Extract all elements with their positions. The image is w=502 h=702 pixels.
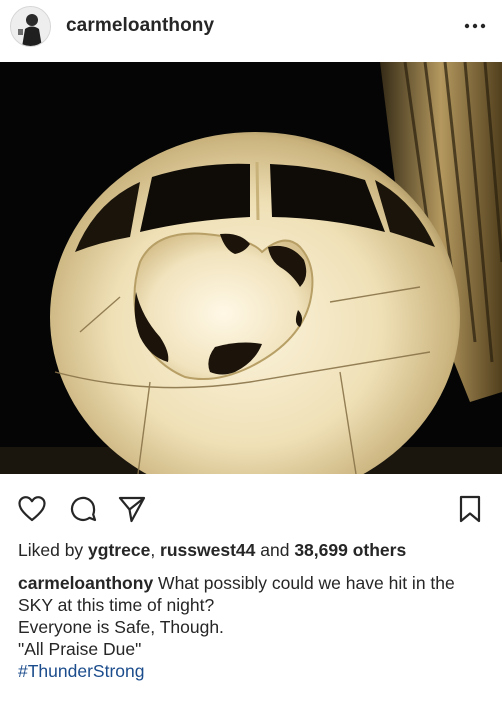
post-username[interactable]: carmeloanthony [66,15,214,37]
likes-prefix: Liked by [18,540,89,560]
likes-and: and [255,540,295,560]
action-bar [0,488,502,532]
liked-by-user[interactable]: russwest44 [160,540,255,560]
hashtag-link[interactable]: #ThunderStrong [18,660,488,682]
share-icon[interactable] [117,494,147,524]
comment-icon[interactable] [68,494,98,524]
bookmark-icon[interactable] [455,494,485,524]
ellipsis-icon[interactable] [464,21,486,31]
liked-by-user[interactable]: ygtrece [88,540,150,560]
likes-separator: , [150,540,161,560]
post-photo[interactable] [0,62,502,474]
caption-username[interactable]: carmeloanthony [18,573,153,593]
likes-summary[interactable]: Liked by ygtrece, russwest44 and 38,699 … [18,540,406,561]
likes-count[interactable]: 38,699 others [294,540,406,560]
caption-line: "All Praise Due" [18,639,142,659]
avatar[interactable] [10,6,51,47]
heart-icon[interactable] [17,494,47,524]
caption-line: Everyone is Safe, Though. [18,617,224,637]
post-caption: carmeloanthony What possibly could we ha… [18,572,488,682]
post-header: carmeloanthony [0,0,502,58]
